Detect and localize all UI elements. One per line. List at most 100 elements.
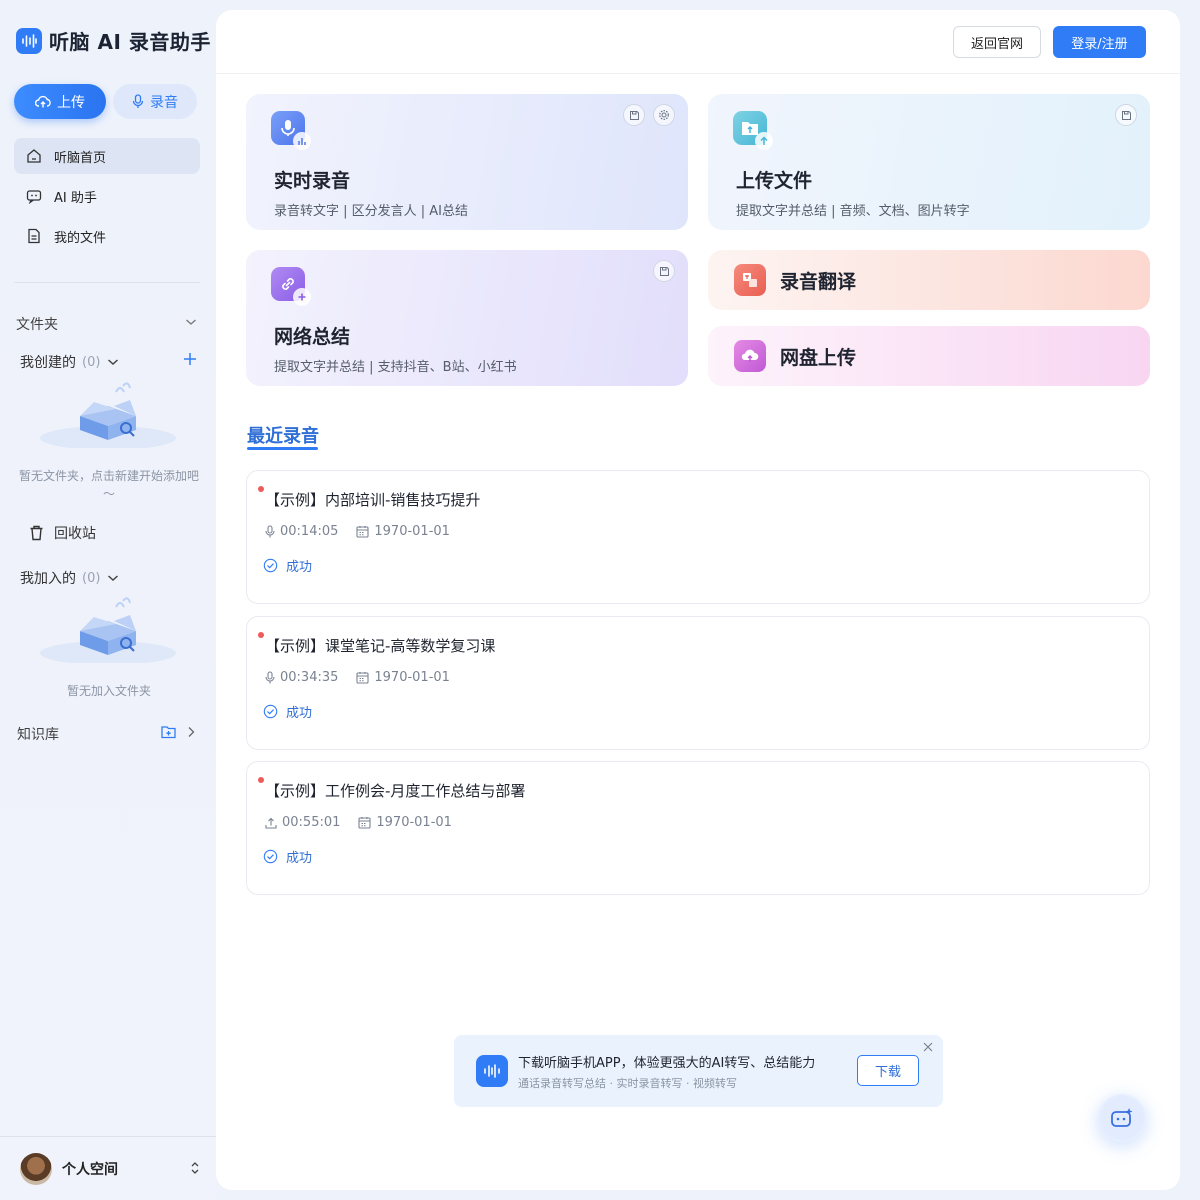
recording-item[interactable]: 【示例】课堂笔记-高等数学复习课 00:34:35 1970-01-01 成功 bbox=[246, 616, 1150, 750]
bar-chart-icon bbox=[293, 132, 311, 150]
recording-title: 【示例】课堂笔记-高等数学复习课 bbox=[265, 637, 496, 655]
app-icon bbox=[476, 1055, 508, 1087]
upload-arrow-icon bbox=[755, 132, 773, 150]
sidebar-item-ai-assistant[interactable]: AI 助手 bbox=[14, 178, 200, 214]
calendar-icon bbox=[356, 672, 369, 684]
unread-dot bbox=[258, 486, 264, 492]
card-title: 网络总结 bbox=[274, 326, 351, 348]
recording-item[interactable]: 【示例】内部培训-销售技巧提升 00:14:05 1970-01-01 成功 bbox=[246, 470, 1150, 604]
login-register-button[interactable]: 登录/注册 bbox=[1053, 26, 1146, 58]
empty-box-illustration bbox=[40, 597, 176, 663]
folder-created-label: 我创建的 bbox=[20, 355, 76, 371]
status-text: 成功 bbox=[286, 560, 313, 575]
card-subtitle: 录音转文字 | 区分发言人 | AI总结 bbox=[274, 204, 469, 219]
check-circle-icon bbox=[263, 704, 278, 719]
knowledge-base-title[interactable]: 知识库 bbox=[17, 724, 59, 744]
realtime-recording-card[interactable]: 实时录音 录音转文字 | 区分发言人 | AI总结 bbox=[246, 94, 688, 230]
app-title: 听脑 AI 录音助手 bbox=[49, 30, 211, 54]
ai-assistant-fab[interactable] bbox=[1098, 1094, 1146, 1142]
add-folder-icon[interactable] bbox=[182, 351, 198, 367]
cloud-disk-upload-card[interactable]: 网盘上传 bbox=[708, 326, 1150, 386]
save-icon[interactable] bbox=[623, 104, 645, 126]
web-summary-card[interactable]: 网络总结 提取文字并总结 | 支持抖音、B站、小红书 bbox=[246, 250, 688, 386]
recording-duration: 00:55:01 bbox=[282, 815, 341, 830]
folder-joined-label: 我加入的 bbox=[20, 571, 76, 587]
upload-file-card[interactable]: 上传文件 提取文字并总结 | 音频、文档、图片转字 bbox=[708, 94, 1150, 230]
app-logo[interactable]: 听脑 AI 录音助手 bbox=[16, 26, 211, 55]
status-badge: 成功 bbox=[263, 556, 312, 575]
settings-gear-icon[interactable] bbox=[653, 104, 675, 126]
check-circle-icon bbox=[263, 849, 278, 864]
recycle-bin-label: 回收站 bbox=[54, 526, 96, 542]
recording-duration: 00:34:35 bbox=[280, 670, 339, 685]
chevron-down-icon[interactable] bbox=[185, 317, 197, 327]
folders-title: 文件夹 bbox=[16, 317, 58, 333]
sidebar-item-home[interactable]: 听脑首页 bbox=[14, 138, 200, 174]
card-subtitle: 提取文字并总结 | 支持抖音、B站、小红书 bbox=[274, 360, 517, 375]
sidebar: 听脑 AI 录音助手 上传 录音 听脑首页 AI 助手 我的文件 文件夹 我创建… bbox=[0, 0, 216, 1200]
folder-created-toggle[interactable]: 我创建的 (0) bbox=[20, 352, 120, 372]
recording-translate-card[interactable]: 录音翻译 bbox=[708, 250, 1150, 310]
upload-button[interactable]: 上传 bbox=[14, 84, 106, 119]
file-icon bbox=[28, 228, 40, 244]
card-title: 录音翻译 bbox=[780, 270, 857, 293]
cloud-upload-icon bbox=[734, 340, 766, 372]
download-button[interactable]: 下载 bbox=[857, 1055, 919, 1086]
user-switcher[interactable]: 个人空间 bbox=[0, 1136, 216, 1200]
chat-icon bbox=[26, 190, 42, 204]
record-button-label: 录音 bbox=[150, 94, 178, 111]
trash-icon bbox=[30, 525, 43, 541]
recording-date: 1970-01-01 bbox=[374, 670, 450, 685]
check-circle-icon bbox=[263, 558, 278, 573]
sidebar-divider bbox=[14, 282, 200, 283]
recycle-bin[interactable]: 回收站 bbox=[29, 523, 96, 543]
calendar-icon bbox=[356, 526, 369, 538]
recording-meta: 00:34:35 1970-01-01 bbox=[265, 670, 468, 685]
chevron-down-icon bbox=[108, 359, 119, 366]
chevron-right-icon[interactable] bbox=[186, 726, 196, 738]
save-icon[interactable] bbox=[653, 260, 675, 282]
folder-add-icon[interactable] bbox=[161, 725, 176, 739]
recent-recordings-title[interactable]: 最近录音 bbox=[247, 422, 319, 448]
recording-duration: 00:14:05 bbox=[280, 524, 339, 539]
recording-title: 【示例】内部培训-销售技巧提升 bbox=[265, 491, 481, 509]
logo-icon bbox=[16, 27, 42, 54]
folder-joined-toggle[interactable]: 我加入的 (0) bbox=[20, 568, 120, 588]
sidebar-item-label: 听脑首页 bbox=[54, 150, 107, 166]
mic-icon bbox=[132, 94, 144, 108]
unread-dot bbox=[258, 777, 264, 783]
folder-created-count: (0) bbox=[82, 354, 101, 370]
avatar bbox=[20, 1152, 52, 1185]
plus-icon bbox=[293, 288, 311, 306]
main-panel: 返回官网 登录/注册 实时录音 录音转文字 | 区分发言人 | AI总结 上传文… bbox=[216, 10, 1180, 1190]
status-text: 成功 bbox=[286, 851, 313, 866]
recording-item[interactable]: 【示例】工作例会-月度工作总结与部署 00:55:01 1970-01-01 成… bbox=[246, 761, 1150, 895]
recording-meta: 00:55:01 1970-01-01 bbox=[265, 815, 470, 830]
folder-joined-empty-text: 暂无加入文件夹 bbox=[66, 684, 151, 698]
calendar-icon bbox=[358, 817, 371, 829]
close-icon[interactable] bbox=[922, 1041, 934, 1053]
home-icon bbox=[27, 149, 41, 163]
mic-icon bbox=[265, 671, 275, 684]
download-banner-subtitle: 通话录音转写总结 · 实时录音转写 · 视频转写 bbox=[518, 1076, 737, 1090]
save-icon[interactable] bbox=[1115, 104, 1137, 126]
back-to-site-button[interactable]: 返回官网 bbox=[953, 26, 1041, 58]
robot-chat-icon bbox=[1111, 1108, 1133, 1127]
chevron-down-icon bbox=[108, 575, 119, 582]
recording-meta: 00:14:05 1970-01-01 bbox=[265, 524, 468, 539]
record-button[interactable]: 录音 bbox=[113, 84, 197, 119]
card-subtitle: 提取文字并总结 | 音频、文档、图片转字 bbox=[736, 204, 970, 219]
tab-underline bbox=[247, 447, 318, 450]
sidebar-item-my-files[interactable]: 我的文件 bbox=[14, 218, 200, 254]
cloud-upload-icon bbox=[35, 95, 51, 107]
topbar: 返回官网 登录/注册 bbox=[216, 10, 1180, 74]
status-badge: 成功 bbox=[263, 847, 312, 866]
updown-caret-icon bbox=[191, 1162, 199, 1174]
recording-date: 1970-01-01 bbox=[374, 524, 450, 539]
card-title: 实时录音 bbox=[274, 170, 351, 192]
translate-icon bbox=[734, 264, 766, 296]
recording-title: 【示例】工作例会-月度工作总结与部署 bbox=[265, 782, 526, 800]
status-text: 成功 bbox=[286, 706, 313, 721]
status-badge: 成功 bbox=[263, 702, 312, 721]
download-banner-title: 下载听脑手机APP，体验更强大的AI转写、总结能力 bbox=[518, 1055, 816, 1071]
